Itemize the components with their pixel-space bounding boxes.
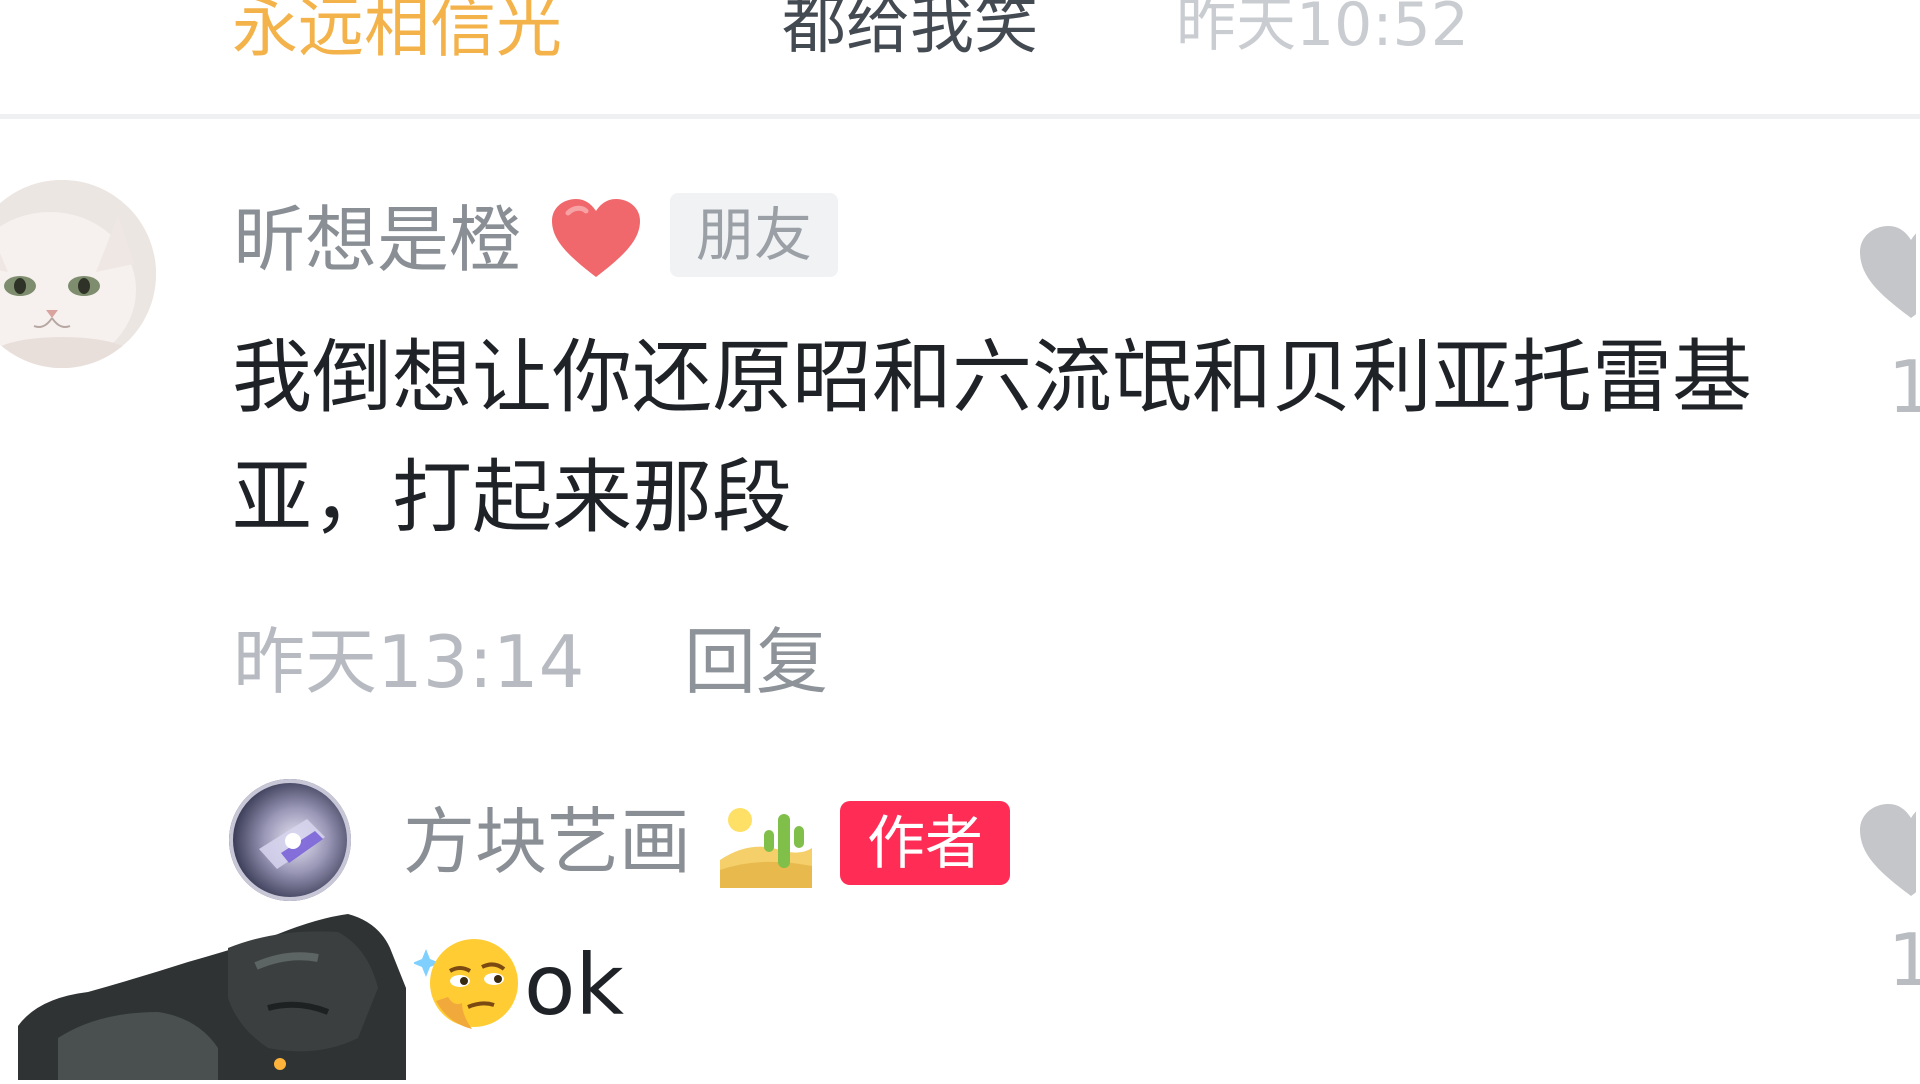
comment-timestamp: 昨天13:14 <box>233 620 585 704</box>
friend-badge: 朋友 <box>670 193 838 277</box>
avatar[interactable] <box>229 779 351 901</box>
red-heart-icon <box>550 197 642 279</box>
reply-text-row: ok <box>412 930 625 1040</box>
cactus-icon <box>720 800 812 888</box>
author-avatar-icon <box>229 779 351 901</box>
like-count: 1 <box>1888 345 1920 429</box>
comment-username[interactable]: 昕想是橙 <box>233 196 521 284</box>
reply-button[interactable]: 回复 <box>684 618 828 706</box>
author-badge: 作者 <box>840 801 1010 885</box>
like-heart-icon[interactable] <box>1856 222 1916 322</box>
reply-text: ok <box>524 936 625 1034</box>
divider <box>0 114 1920 119</box>
previous-comment-time: 昨天10:52 <box>1176 0 1469 60</box>
thinking-face-icon <box>412 931 522 1039</box>
overlay-character-figure <box>18 908 410 1080</box>
like-count: 1 <box>1888 918 1920 1002</box>
previous-comment-username[interactable]: 永远相信光 <box>232 0 562 60</box>
comment-text: 我倒想让你还原昭和六流氓和贝利亚托雷基亚，打起来那段 <box>232 331 1752 544</box>
reply-username[interactable]: 方块艺画 <box>403 798 691 886</box>
cat-avatar-icon <box>0 180 156 368</box>
previous-comment-text: 都给我笑 <box>782 0 1038 60</box>
previous-comment: 永远相信光 都给我笑 昨天10:52 <box>0 0 1920 60</box>
like-heart-icon[interactable] <box>1856 800 1916 900</box>
avatar[interactable] <box>0 180 156 368</box>
